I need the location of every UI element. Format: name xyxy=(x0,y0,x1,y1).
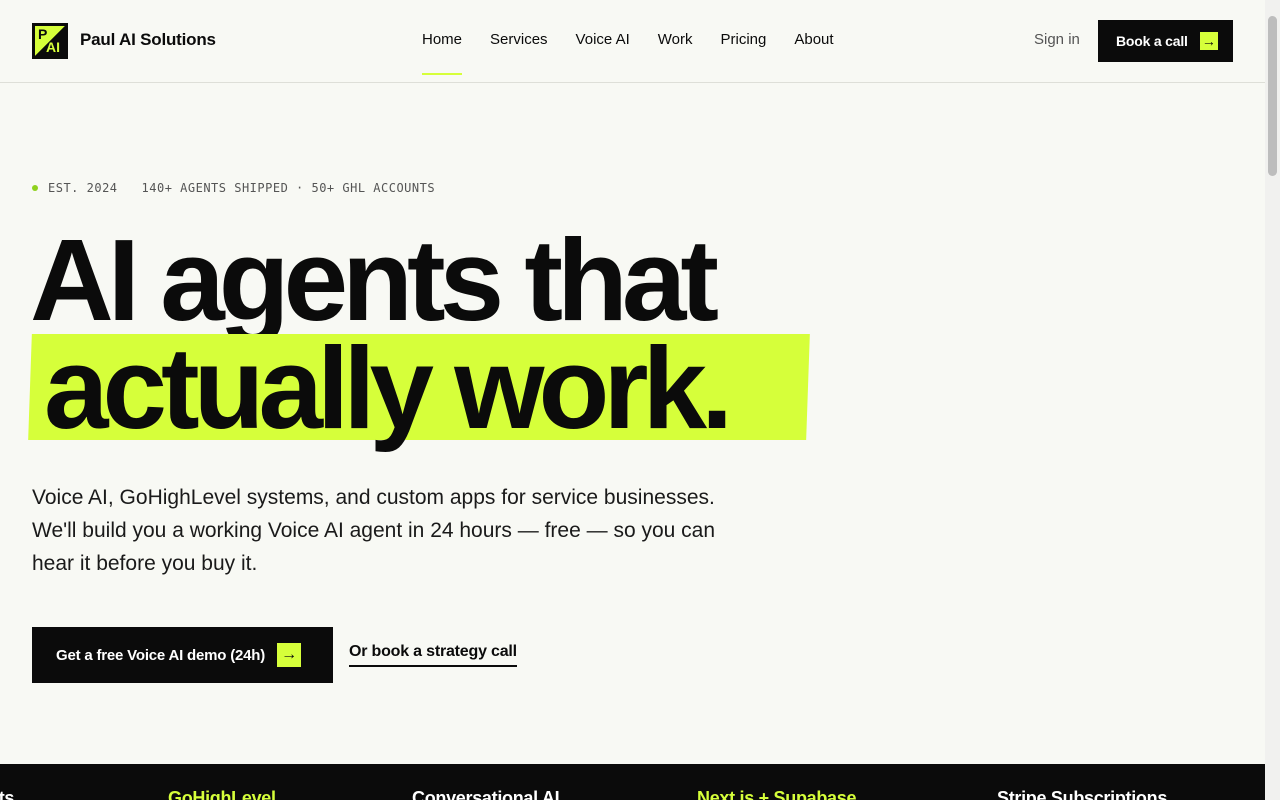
status-dot-icon xyxy=(32,185,38,191)
hero-subtitle: Voice AI, GoHighLevel systems, and custo… xyxy=(32,486,716,575)
eyebrow-stats: 140+ AGENTS SHIPPED · 50+ GHL ACCOUNTS xyxy=(141,181,436,195)
hero-eyebrow: EST. 2024 140+ AGENTS SHIPPED · 50+ GHL … xyxy=(32,181,435,195)
strategy-call-link[interactable]: Or book a strategy call xyxy=(349,643,517,667)
main-nav: Home Services Voice AI Work Pricing Abou… xyxy=(422,31,834,75)
sign-in-link[interactable]: Sign in xyxy=(1034,31,1080,48)
services-ticker: nts GoHighLevel Conversational AI Next.j… xyxy=(0,764,1265,800)
hero-headline-line1: AI agents that xyxy=(30,215,719,345)
ticker-item: GoHighLevel xyxy=(168,788,276,800)
nav-about[interactable]: About xyxy=(794,31,833,48)
nav-voice-ai[interactable]: Voice AI xyxy=(576,31,630,48)
nav-work[interactable]: Work xyxy=(658,31,693,48)
nav-pricing[interactable]: Pricing xyxy=(721,31,767,48)
arrow-right-icon: → xyxy=(277,643,302,667)
book-call-label: Book a call xyxy=(1116,33,1188,49)
ticker-item: Conversational AI xyxy=(412,788,560,800)
arrow-right-icon: → xyxy=(1199,32,1218,50)
free-demo-label: Get a free Voice AI demo (24h) xyxy=(56,646,266,664)
brand-name[interactable]: Paul AI Solutions xyxy=(80,30,216,50)
ticker-item: Next.js + Supabase xyxy=(697,788,857,800)
logo[interactable]: P AI xyxy=(32,23,68,59)
free-demo-button[interactable]: Get a free Voice AI demo (24h) → xyxy=(32,627,333,683)
eyebrow-established: EST. 2024 xyxy=(48,181,118,195)
hero-headline-line2: actually work. xyxy=(44,323,733,453)
scrollbar-thumb[interactable] xyxy=(1268,16,1277,176)
nav-home[interactable]: Home xyxy=(422,31,463,75)
book-call-button[interactable]: Book a call → xyxy=(1098,20,1233,62)
ticker-item: nts xyxy=(0,788,15,800)
site-header: P AI Paul AI Solutions Home Services Voi… xyxy=(0,0,1265,83)
logo-letters-ai: AI xyxy=(46,39,60,55)
nav-services[interactable]: Services xyxy=(490,31,548,48)
ticker-item: Stripe Subscriptions xyxy=(997,788,1168,800)
